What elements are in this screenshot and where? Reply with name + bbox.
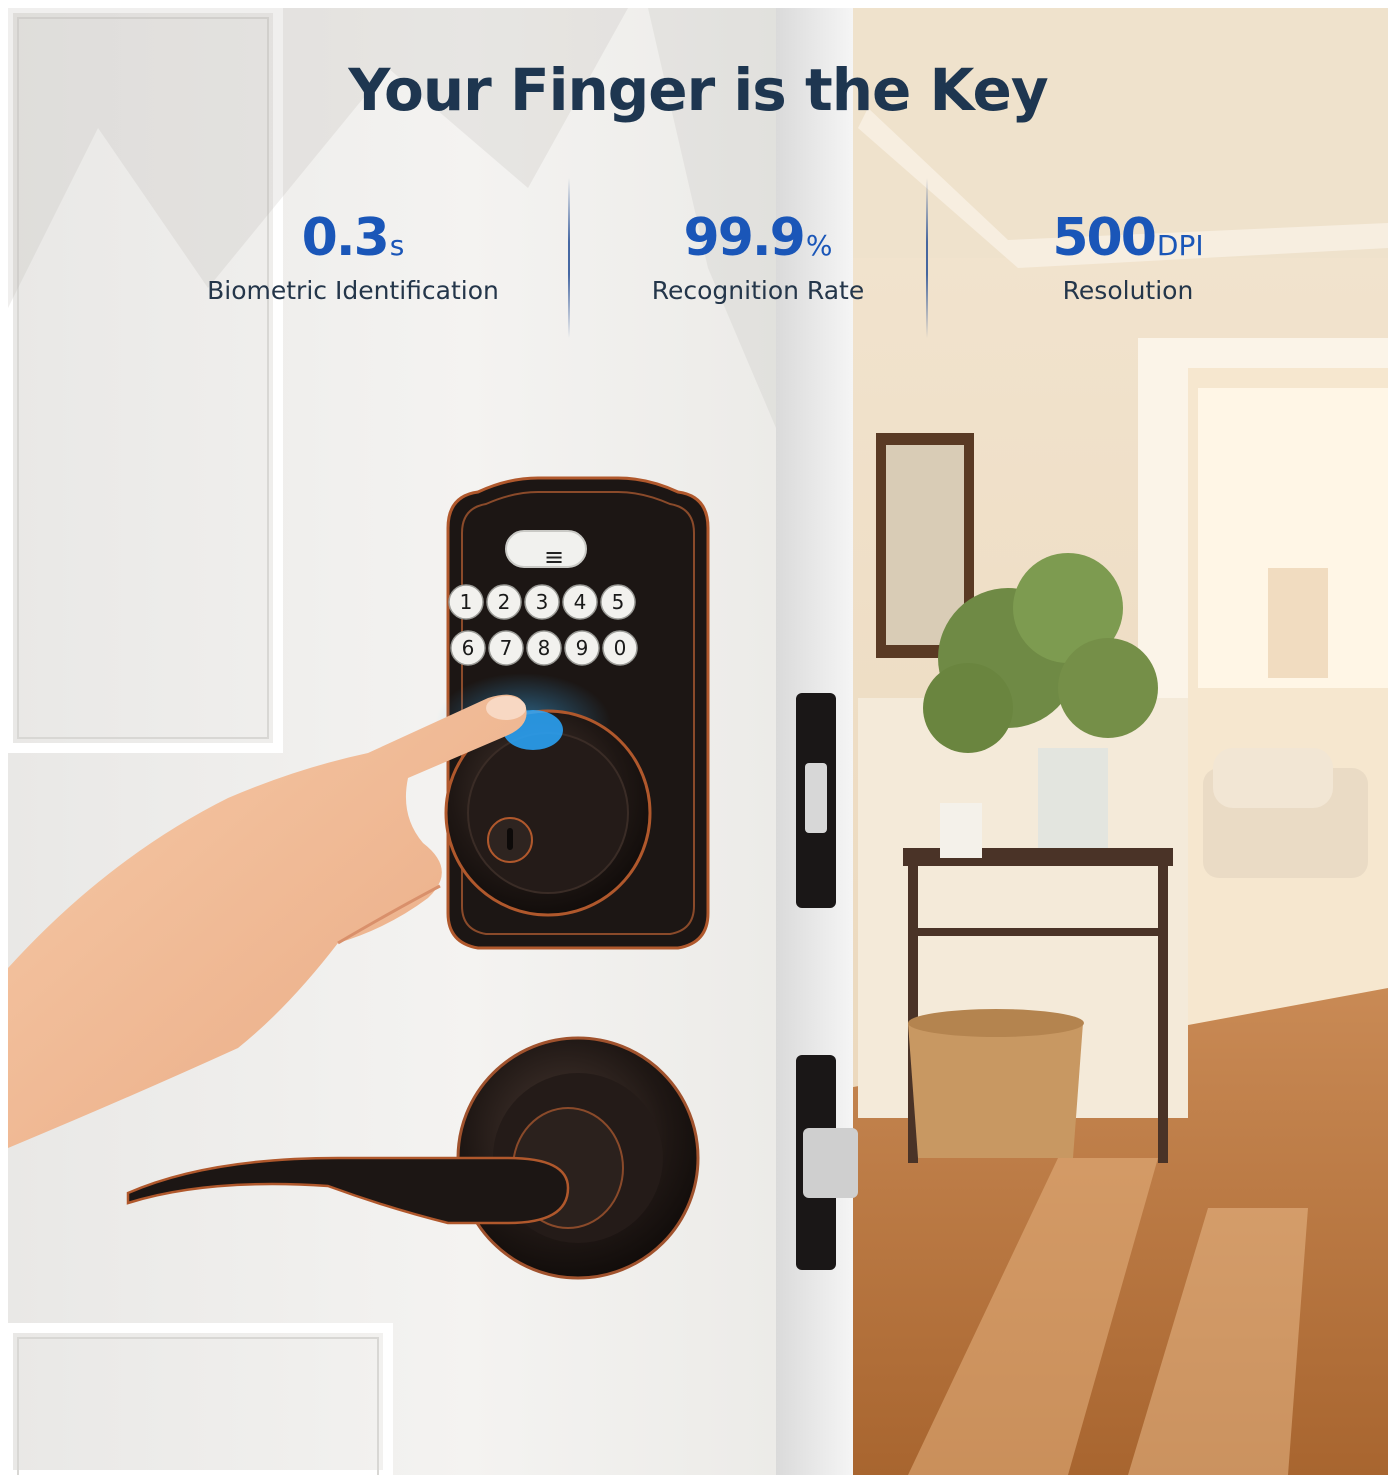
product-photo: 1 2 3 4 5 6 7 8 9 0 Your Finger is the Key 0.3s B… <box>8 8 1388 1475</box>
stat-value: 99.9 <box>683 208 806 268</box>
stat-unit: DPI <box>1156 229 1204 262</box>
keypad-key-label: 2 <box>498 590 511 614</box>
stat-value: 0.3 <box>301 208 390 268</box>
keypad-key-label: 7 <box>500 636 513 660</box>
stat-unit: % <box>805 229 833 262</box>
keypad-key-label: 1 <box>460 590 473 614</box>
keypad-key-label: 5 <box>612 590 625 614</box>
keypad-key-label: 3 <box>536 590 549 614</box>
stat-label: Recognition Rate <box>651 276 865 305</box>
stat-label: Resolution <box>1062 276 1194 305</box>
keypad-key-label: 0 <box>614 636 627 660</box>
stat-identification-speed: 0.3s Biometric Identification <box>173 208 533 305</box>
menu-key: ≡ <box>543 543 565 571</box>
keypad-key-label: 4 <box>574 590 587 614</box>
stat-divider <box>568 178 570 338</box>
stat-label: Biometric Identification <box>207 276 499 305</box>
stat-unit: s <box>389 229 405 262</box>
keypad-key-label: 9 <box>576 636 589 660</box>
stat-divider <box>926 178 928 338</box>
keypad-key-label: 8 <box>538 636 551 660</box>
stat-value: 500 <box>1052 208 1157 268</box>
stat-recognition-rate: 99.9% Recognition Rate <box>593 208 923 305</box>
keypad-key-label: 6 <box>462 636 475 660</box>
page-title: Your Finger is the Key <box>348 56 1048 124</box>
stat-resolution: 500DPI Resolution <box>968 208 1288 305</box>
